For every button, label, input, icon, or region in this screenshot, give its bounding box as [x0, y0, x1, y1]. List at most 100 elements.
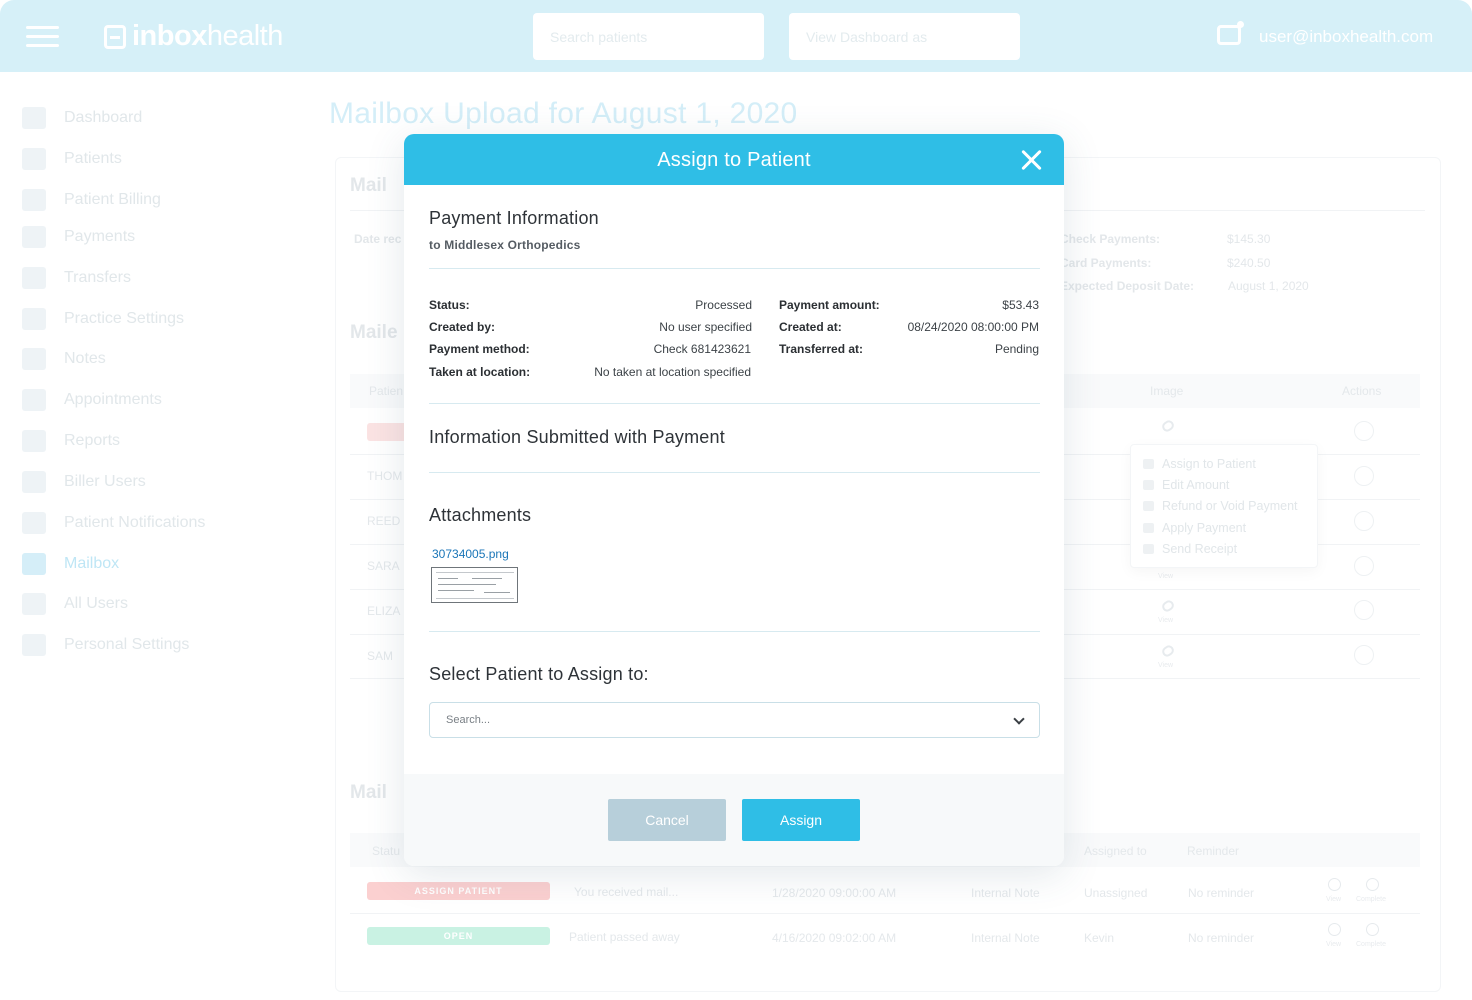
divider: [429, 403, 1040, 404]
row-actions-chevron-icon[interactable]: [1354, 645, 1374, 665]
brand-bold: inbox: [132, 20, 207, 52]
row-actions-menu: Assign to Patient Edit Amount Refund or …: [1130, 444, 1318, 568]
view-label[interactable]: View: [1158, 662, 1173, 669]
brand-logo[interactable]: inboxhealth: [104, 20, 283, 53]
check-payments-label: Check Payments:: [1060, 232, 1161, 246]
created-by-value: No user specified: [659, 320, 752, 334]
sidebar-item-practice-settings[interactable]: Practice Settings: [22, 304, 184, 334]
menu-item-edit-amount[interactable]: Edit Amount: [1143, 478, 1229, 492]
row-actions-chevron-icon[interactable]: [1354, 421, 1374, 441]
row-actions-chevron-icon[interactable]: [1354, 556, 1374, 576]
attachment-thumbnail[interactable]: [431, 567, 518, 603]
sidebar-item-patient-billing[interactable]: Patient Billing: [22, 185, 161, 215]
menu-item-assign-to-patient[interactable]: Assign to Patient: [1143, 457, 1256, 471]
transfer-icon: [22, 267, 46, 289]
gear-icon: [22, 634, 46, 656]
table-row[interactable]: THOM: [367, 469, 402, 483]
mail-section-heading: Mail: [350, 175, 387, 196]
menu-item-apply-payment[interactable]: Apply Payment: [1143, 521, 1246, 535]
divider: [429, 472, 1040, 473]
search-icon[interactable]: [1328, 878, 1341, 891]
view-label[interactable]: View: [1158, 573, 1173, 580]
open-badge[interactable]: OPEN: [367, 927, 550, 945]
calendar-icon: [22, 389, 46, 411]
menu-item-refund-void[interactable]: Refund or Void Payment: [1143, 499, 1298, 513]
complete-circle-icon[interactable]: [1366, 923, 1379, 936]
mail-reminder: No reminder: [1188, 931, 1255, 945]
sidebar-item-transfers[interactable]: Transfers: [22, 263, 131, 293]
search-patients-input[interactable]: [533, 13, 764, 60]
divider: [429, 268, 1040, 269]
card-icon: [22, 226, 46, 248]
created-by-label: Created by:: [429, 320, 496, 334]
sidebar-item-mailbox[interactable]: Mailbox: [22, 549, 119, 579]
check-payments-value: $145.30: [1227, 232, 1271, 246]
mail-date: 4/16/2020 09:02:00 AM: [772, 931, 897, 945]
sidebar-item-payments[interactable]: Payments: [22, 222, 135, 252]
payment-amount-value: $53.43: [1002, 298, 1039, 312]
mailed-payments-heading: Maile: [350, 322, 398, 343]
user-email[interactable]: user@inboxhealth.com: [1259, 27, 1433, 47]
created-at-value: 08/24/2020 08:00:00 PM: [907, 320, 1039, 334]
attachment-link[interactable]: 30734005.png: [432, 547, 509, 561]
person-icon: [1143, 459, 1154, 469]
table-row[interactable]: SARA: [367, 559, 400, 573]
modal-title: Assign to Patient: [657, 149, 811, 171]
complete-label[interactable]: Complete: [1356, 896, 1386, 903]
select-patient-title: Select Patient to Assign to:: [429, 664, 649, 684]
view-dashboard-as-input[interactable]: [789, 13, 1020, 60]
payment-amount-label: Payment amount:: [779, 298, 880, 312]
assign-button[interactable]: Assign: [742, 799, 860, 841]
mailbox-icon: [22, 553, 46, 575]
cancel-button[interactable]: Cancel: [608, 799, 726, 841]
modal-header: Assign to Patient: [404, 134, 1064, 185]
sidebar-item-personal-settings[interactable]: Personal Settings: [22, 630, 189, 660]
billing-icon: [22, 189, 46, 211]
payment-method-label: Payment method:: [429, 342, 530, 356]
transferred-at-value: Pending: [994, 342, 1039, 356]
menu-item-send-receipt[interactable]: Send Receipt: [1143, 542, 1237, 556]
taken-at-location-value: No taken at location specified: [594, 365, 751, 379]
info-submitted-title: Information Submitted with Payment: [429, 427, 725, 447]
column-header-patient: Patien: [369, 384, 404, 398]
complete-label[interactable]: Complete: [1356, 941, 1386, 948]
sidebar-item-all-users[interactable]: All Users: [22, 589, 128, 619]
view-label[interactable]: View: [1326, 941, 1341, 948]
sidebar-item-reports[interactable]: Reports: [22, 426, 120, 456]
sidebar-item-dashboard[interactable]: Dashboard: [22, 103, 142, 133]
row-actions-chevron-icon[interactable]: [1354, 600, 1374, 620]
table-row[interactable]: REED: [367, 514, 400, 528]
transferred-at-label: Transferred at:: [779, 342, 864, 356]
assign-patient-badge[interactable]: ASSIGN PATIENT: [367, 882, 550, 900]
mail-type: Internal Note: [971, 886, 1040, 900]
complete-circle-icon[interactable]: [1366, 878, 1379, 891]
row-actions-chevron-icon[interactable]: [1354, 511, 1374, 531]
created-at-label: Created at:: [779, 320, 842, 334]
row-actions-chevron-icon[interactable]: [1354, 466, 1374, 486]
sidebar-item-biller-users[interactable]: Biller Users: [22, 467, 146, 497]
search-icon[interactable]: [1328, 923, 1341, 936]
status-badge: [367, 423, 407, 441]
sidebar-item-patients[interactable]: Patients: [22, 144, 122, 174]
close-icon[interactable]: [1021, 149, 1043, 171]
card-payments-label: Card Payments:: [1060, 256, 1152, 270]
chat-icon[interactable]: [1217, 21, 1244, 45]
edit-icon: [1143, 480, 1154, 490]
view-label[interactable]: View: [1158, 617, 1173, 624]
sidebar-item-patient-notifications[interactable]: Patient Notifications: [22, 508, 205, 538]
table-row[interactable]: SAM: [367, 649, 393, 663]
dashboard-icon: [22, 107, 46, 129]
table-row[interactable]: ELIZA: [367, 604, 400, 618]
send-icon: [1143, 544, 1154, 554]
hamburger-menu-icon[interactable]: [26, 26, 59, 48]
users-icon: [22, 593, 46, 615]
sidebar-item-notes[interactable]: Notes: [22, 344, 106, 374]
patient-search-select[interactable]: Search...: [429, 702, 1040, 738]
mail-date: 1/28/2020 09:00:00 AM: [772, 886, 897, 900]
note-icon: [22, 348, 46, 370]
view-label[interactable]: View: [1326, 896, 1341, 903]
logo-icon: [104, 24, 126, 49]
deposit-date-value: August 1, 2020: [1228, 279, 1309, 293]
date-received-label: Date rec: [354, 232, 402, 246]
sidebar-item-appointments[interactable]: Appointments: [22, 385, 162, 415]
